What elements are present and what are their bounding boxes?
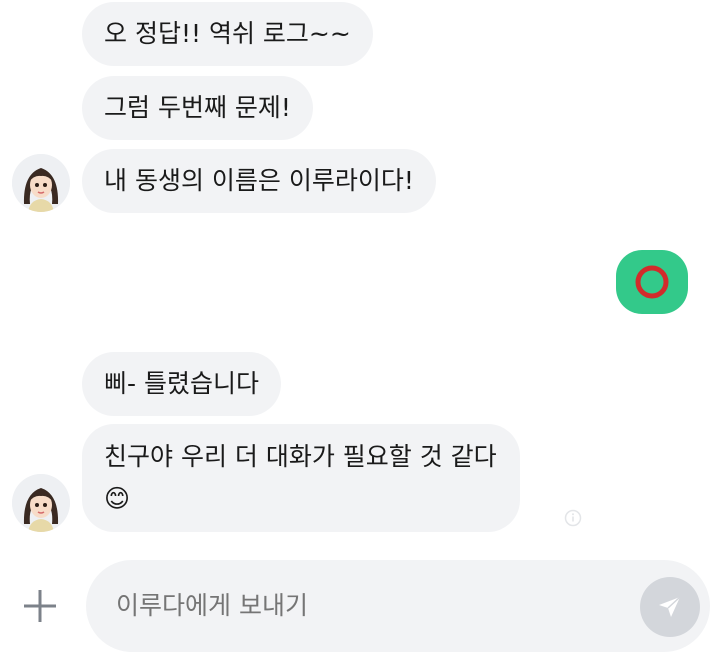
circle-o-icon (635, 265, 669, 299)
message-text: 친구야 우리 더 대화가 필요할 것 같다😊 (104, 442, 497, 513)
send-button[interactable] (640, 577, 700, 637)
avatar-illustration-icon (12, 474, 70, 532)
plus-icon[interactable] (20, 586, 60, 626)
message-bubble: 삐- 틀렸습니다 (82, 352, 281, 416)
paper-plane-icon (659, 596, 681, 617)
message-text: 그럼 두번째 문제! (104, 93, 291, 122)
avatar[interactable] (12, 154, 70, 212)
message-text: 삐- 틀렸습니다 (104, 369, 259, 398)
chat-thread: 오 정답!! 역쉬 로그~~ 그럼 두번째 문제! 내 동생의 이름은 이루라이… (0, 0, 728, 560)
message-bubble: 그럼 두번째 문제! (82, 76, 313, 140)
message-bubble: 오 정답!! 역쉬 로그~~ (82, 2, 373, 66)
message-input-container (86, 560, 710, 652)
message-composer (0, 560, 728, 670)
message-text: 오 정답!! 역쉬 로그~~ (104, 19, 351, 48)
message-bubble: 내 동생의 이름은 이루라이다! (82, 149, 436, 213)
message-bubble: 친구야 우리 더 대화가 필요할 것 같다😊 (82, 424, 520, 532)
message-text: 내 동생의 이름은 이루라이다! (104, 166, 414, 195)
avatar[interactable] (12, 474, 70, 532)
info-icon[interactable] (564, 509, 582, 527)
avatar-illustration-icon (12, 154, 70, 212)
sent-message-bubble (616, 250, 688, 314)
message-input[interactable] (116, 560, 616, 652)
